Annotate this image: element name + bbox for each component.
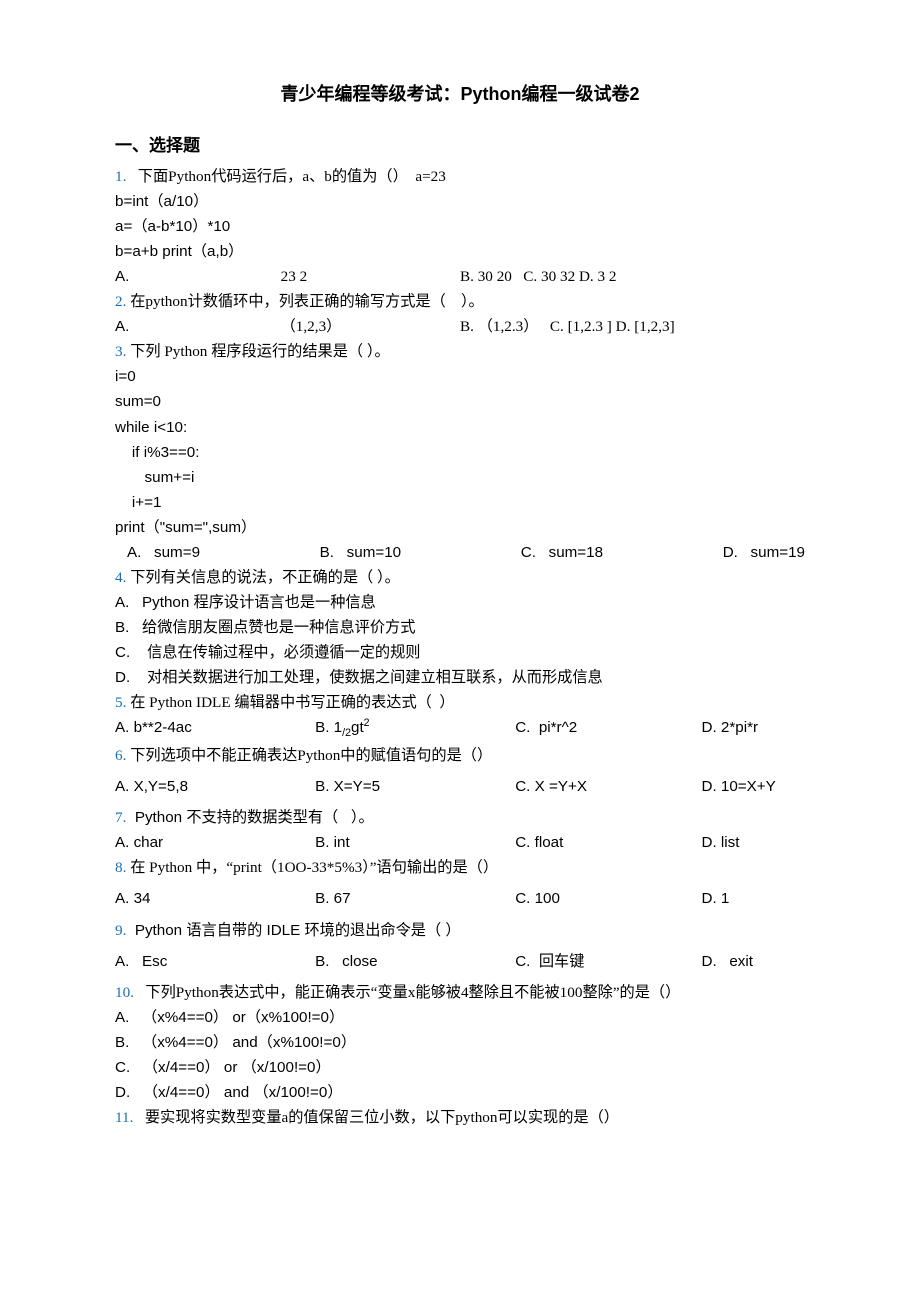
- q5-optB: B. 1/2gt2: [315, 715, 515, 743]
- qnum-6: 6.: [115, 747, 126, 764]
- question-4: 4. 下列有关信息的说法，不正确的是（ ）。: [115, 565, 805, 590]
- q6-options: A. X,Y=5,8 B. X=Y=5 C. X =Y+X D. 10=X+Y: [115, 774, 805, 799]
- q3-code-3: while i<10:: [115, 415, 805, 440]
- section-heading: 一、选择题: [115, 132, 805, 160]
- q8-optC: C. 100: [515, 886, 701, 911]
- qnum-2: 2.: [115, 293, 126, 310]
- q3-code-4: if i%3==0:: [115, 440, 805, 465]
- q10-optC: C. （x/4==0） or （x/100!=0）: [115, 1055, 805, 1080]
- question-10: 10. 下列Python表达式中，能正确表示“变量x能够被4整除且不能被100整…: [115, 980, 805, 1005]
- page-title: 青少年编程等级考试：Python编程一级试卷2: [115, 80, 805, 110]
- q2-options: A. （1,2,3） B. （1,2.3） C. [1,2.3 ] D. [1,…: [115, 314, 805, 339]
- q9-optC: C. 回车键: [515, 949, 701, 974]
- q8-optD: D. 1: [701, 886, 805, 911]
- q7-optA: A. char: [115, 830, 315, 855]
- question-9: 9. Python 语言自带的 IDLE 环境的退出命令是（ ）: [115, 918, 805, 943]
- q10-text: 下列Python表达式中，能正确表示“变量x能够被4整除且不能被100整除”的是…: [134, 984, 680, 1001]
- q6-text: 下列选项中不能正确表达Python中的赋值语句的是（）: [126, 747, 492, 764]
- question-2: 2. 在python计数循环中，列表正确的输写方式是（ ）。: [115, 289, 805, 314]
- question-7: 7. Python 不支持的数据类型有（ ）。: [115, 805, 805, 830]
- q3-code-2: sum=0: [115, 389, 805, 414]
- q10-optD: D. （x/4==0） and （x/100!=0）: [115, 1080, 805, 1105]
- q1-text: 下面Python代码运行后，a、b的值为（） a=23: [126, 168, 445, 185]
- q4-optC: C. 信息在传输过程中，必须遵循一定的规则: [115, 640, 805, 665]
- q3-optD: D. sum=19: [723, 540, 805, 565]
- qnum-8: 8.: [115, 859, 126, 876]
- q4-optA: A. Python 程序设计语言也是一种信息: [115, 590, 805, 615]
- qnum-5: 5.: [115, 694, 126, 711]
- question-5: 5. 在 Python IDLE 编辑器中书写正确的表达式（ ）: [115, 690, 805, 715]
- q1-optRest: B. 30 20 C. 30 32 D. 3 2: [460, 264, 805, 289]
- q3-code-5: sum+=i: [115, 465, 805, 490]
- q3-code-6: i+=1: [115, 490, 805, 515]
- q9-optA: A. Esc: [115, 949, 315, 974]
- q1-code-1: b=int（a/10）: [115, 189, 805, 214]
- q7-optC: C. float: [515, 830, 701, 855]
- q5-text: 在 Python IDLE 编辑器中书写正确的表达式（ ）: [126, 694, 454, 711]
- q5-options: A. b**2-4ac B. 1/2gt2 C. pi*r^2 D. 2*pi*…: [115, 715, 805, 743]
- q6-optC: C. X =Y+X: [515, 774, 701, 799]
- q11-text: 要实现将实数型变量a的值保留三位小数，以下python可以实现的是（）: [133, 1109, 619, 1126]
- q1-options: A. 23 2 B. 30 20 C. 30 32 D. 3 2: [115, 264, 805, 289]
- q2-optA-label: A.: [115, 314, 281, 339]
- qnum-10: 10.: [115, 984, 134, 1001]
- q8-options: A. 34 B. 67 C. 100 D. 1: [115, 886, 805, 911]
- q8-optB: B. 67: [315, 886, 515, 911]
- q3-text: 下列 Python 程序段运行的结果是（ ）。: [126, 343, 389, 360]
- q1-code-3: b=a+b print（a,b）: [115, 239, 805, 264]
- q2-text: 在python计数循环中，列表正确的输写方式是（ ）。: [126, 293, 483, 310]
- q5-optC: C. pi*r^2: [515, 715, 701, 743]
- qnum-11: 11.: [115, 1109, 133, 1126]
- q3-optC: C. sum=18: [521, 540, 603, 565]
- q4-optD: D. 对相关数据进行加工处理，使数据之间建立相互联系，从而形成信息: [115, 665, 805, 690]
- question-1: 1. 下面Python代码运行后，a、b的值为（） a=23: [115, 164, 805, 189]
- q7-optD: D. list: [701, 830, 805, 855]
- q6-optB: B. X=Y=5: [315, 774, 515, 799]
- question-6: 6. 下列选项中不能正确表达Python中的赋值语句的是（）: [115, 743, 805, 768]
- q2-optA-val: （1,2,3）: [281, 314, 460, 339]
- q7-optB: B. int: [315, 830, 515, 855]
- qnum-3: 3.: [115, 343, 126, 360]
- qnum-9: 9.: [115, 922, 126, 939]
- q6-optD: D. 10=X+Y: [701, 774, 805, 799]
- q3-optA: A. sum=9: [127, 540, 200, 565]
- q4-text: 下列有关信息的说法，不正确的是（ ）。: [126, 569, 399, 586]
- question-3: 3. 下列 Python 程序段运行的结果是（ ）。: [115, 339, 805, 364]
- q3-code-1: i=0: [115, 364, 805, 389]
- q9-options: A. Esc B. close C. 回车键 D. exit: [115, 949, 805, 974]
- q9-optD: D. exit: [701, 949, 805, 974]
- q7-text: Python 不支持的数据类型有（ ）。: [126, 809, 373, 826]
- q4-optB: B. 给微信朋友圈点赞也是一种信息评价方式: [115, 615, 805, 640]
- document-page: 青少年编程等级考试：Python编程一级试卷2 一、选择题 1. 下面Pytho…: [0, 0, 920, 1190]
- qnum-7: 7.: [115, 809, 126, 826]
- q10-optA: A. （x%4==0） or（x%100!=0）: [115, 1005, 805, 1030]
- q3-code-7: print（"sum=",sum）: [115, 515, 805, 540]
- q6-optA: A. X,Y=5,8: [115, 774, 315, 799]
- q1-optA-label: A.: [115, 264, 281, 289]
- q1-code-2: a=（a-b*10）*10: [115, 214, 805, 239]
- q5-optD: D. 2*pi*r: [701, 715, 805, 743]
- q1-optA-val: 23 2: [281, 264, 460, 289]
- q8-optA: A. 34: [115, 886, 315, 911]
- q2-optRest: B. （1,2.3） C. [1,2.3 ] D. [1,2,3]: [460, 314, 805, 339]
- q9-optB: B. close: [315, 949, 515, 974]
- q7-options: A. char B. int C. float D. list: [115, 830, 805, 855]
- q9-text: Python 语言自带的 IDLE 环境的退出命令是（ ）: [126, 922, 460, 939]
- q10-optB: B. （x%4==0） and（x%100!=0）: [115, 1030, 805, 1055]
- question-11: 11. 要实现将实数型变量a的值保留三位小数，以下python可以实现的是（）: [115, 1105, 805, 1130]
- qnum-4: 4.: [115, 569, 126, 586]
- q3-optB: B. sum=10: [320, 540, 401, 565]
- qnum-1: 1.: [115, 168, 126, 185]
- question-8: 8. 在 Python 中，“print（1OO-33*5%3）”语句输出的是（…: [115, 855, 805, 880]
- q8-text: 在 Python 中，“print（1OO-33*5%3）”语句输出的是（）: [126, 859, 498, 876]
- q3-options: A. sum=9 B. sum=10 C. sum=18 D. sum=19: [115, 540, 805, 565]
- q5-optA: A. b**2-4ac: [115, 715, 315, 743]
